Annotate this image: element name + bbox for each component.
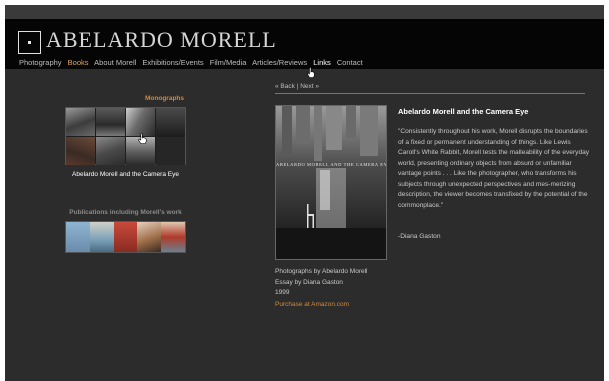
book-title: Abelardo Morell and the Camera Eye bbox=[398, 107, 529, 116]
purchase-link[interactable]: Purchase at Amazon.com bbox=[275, 301, 349, 308]
nav-books[interactable]: Books bbox=[68, 58, 89, 67]
publications-strip bbox=[65, 221, 186, 253]
site-title[interactable]: ABELARDO MORELL bbox=[46, 27, 277, 53]
monograph-thumbnail[interactable] bbox=[126, 108, 155, 136]
publication-cover[interactable] bbox=[137, 222, 162, 252]
quote-author: -Diana Gaston bbox=[398, 233, 441, 240]
publication-cover[interactable] bbox=[89, 222, 114, 252]
nav-about-morell[interactable]: About Morell bbox=[94, 58, 136, 67]
photographs-by: Photographs by Abelardo Morell bbox=[275, 268, 368, 275]
publication-year: 1999 bbox=[275, 289, 290, 296]
nav-articles-reviews[interactable]: Articles/Reviews bbox=[252, 58, 307, 67]
monograph-thumbnail[interactable] bbox=[66, 137, 95, 165]
publication-cover[interactable] bbox=[161, 222, 185, 252]
book-quote: "Consistently throughout his work, Morel… bbox=[398, 128, 590, 209]
monograph-thumbnail[interactable] bbox=[96, 137, 125, 165]
nav-photography[interactable]: Photography bbox=[19, 58, 62, 67]
publication-cover[interactable] bbox=[113, 222, 138, 252]
nav-contact[interactable]: Contact bbox=[337, 58, 363, 67]
monograph-thumbnail[interactable] bbox=[156, 137, 185, 165]
next-link[interactable]: Next » bbox=[300, 83, 319, 90]
hand-cursor-icon bbox=[307, 67, 315, 78]
monograph-thumbnail[interactable] bbox=[96, 108, 125, 136]
selected-book-caption: Abelardo Morell and the Camera Eye bbox=[72, 171, 179, 178]
monographs-heading: Monographs bbox=[145, 95, 184, 102]
publication-cover[interactable] bbox=[66, 222, 90, 252]
book-cover-image: ABELARDO MORELL AND THE CAMERA EYE bbox=[275, 105, 387, 260]
top-bar bbox=[5, 5, 604, 19]
essay-by: Essay by Diana Gaston bbox=[275, 278, 343, 286]
back-link[interactable]: « Back bbox=[275, 83, 295, 90]
nav-film-media[interactable]: Film/Media bbox=[210, 58, 247, 67]
monograph-thumbnail[interactable] bbox=[66, 108, 95, 136]
hand-cursor-icon bbox=[138, 133, 147, 144]
site-header: ABELARDO MORELL Photography Books About … bbox=[5, 19, 604, 69]
nav-links[interactable]: Links bbox=[313, 58, 331, 67]
section-divider bbox=[275, 93, 585, 94]
monograph-thumbnail[interactable] bbox=[156, 108, 185, 136]
book-meta: Photographs by Abelardo Morell Essay by … bbox=[275, 267, 368, 299]
logo-dot bbox=[28, 41, 31, 44]
pager-separator: | bbox=[296, 83, 299, 90]
cover-photo bbox=[276, 106, 386, 259]
cover-title: ABELARDO MORELL AND THE CAMERA EYE bbox=[276, 162, 387, 167]
nav-exhibitions-events[interactable]: Exhibitions/Events bbox=[142, 58, 203, 67]
logo-icon[interactable] bbox=[18, 31, 41, 54]
browser-viewport: ABELARDO MORELL Photography Books About … bbox=[5, 5, 604, 381]
publications-heading: Publications including Morell's work bbox=[69, 209, 182, 216]
monographs-grid bbox=[65, 107, 186, 165]
main-nav: Photography Books About Morell Exhibitio… bbox=[19, 58, 367, 67]
pager: « Back | Next » bbox=[275, 83, 319, 90]
